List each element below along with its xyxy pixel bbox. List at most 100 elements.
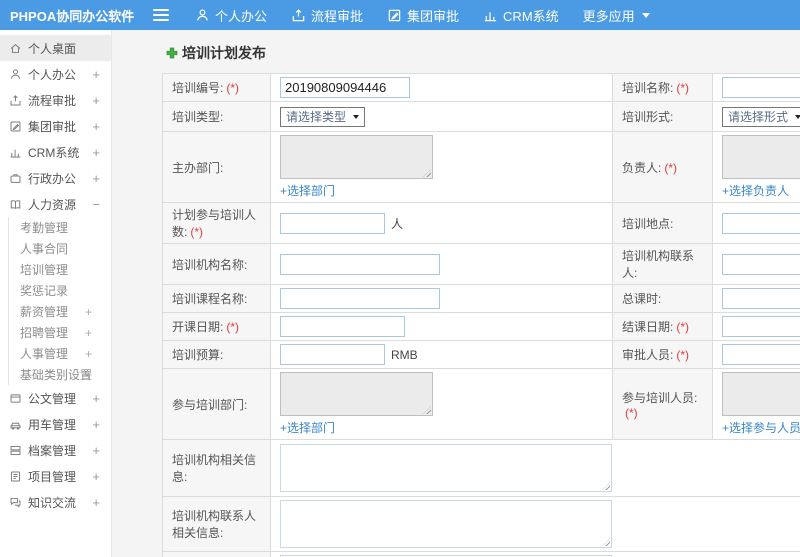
sidebar-subitem-label: 培训管理 xyxy=(20,263,69,277)
form-row: 参与培训部门: +选择部门 参与培训人员:(*) +选择参与人员 xyxy=(162,368,800,440)
form-row: 培训类型: 请选择类型 培训形式: 请选择形式 xyxy=(162,101,800,132)
sidebar-item-hr[interactable]: 人力资源 − xyxy=(0,191,111,217)
select-leader-link[interactable]: +选择负责人 xyxy=(722,182,800,199)
sidebar-subitem-attendance[interactable]: 考勤管理 xyxy=(9,217,111,238)
budget-input[interactable] xyxy=(280,344,385,365)
expand-sign[interactable]: + xyxy=(92,417,100,432)
nav-group-approval[interactable]: 集团审批 xyxy=(387,6,459,25)
training-no-label: 培训编号: (*) xyxy=(162,73,271,102)
unit-people: 人 xyxy=(391,216,404,231)
page-title-text: 培训计划发布 xyxy=(182,45,266,61)
collapse-sign[interactable]: − xyxy=(92,197,100,212)
sidebar-item-official-docs[interactable]: 公文管理 + xyxy=(0,385,111,411)
select-dept-link[interactable]: +选择部门 xyxy=(280,182,606,199)
approver-input[interactable] xyxy=(722,344,800,365)
start-date-input[interactable] xyxy=(280,316,405,337)
hamburger-menu-icon[interactable] xyxy=(153,9,169,21)
location-input[interactable] xyxy=(722,212,800,234)
host-dept-textarea[interactable] xyxy=(280,135,433,179)
sidebar-item-label: 公文管理 xyxy=(28,391,77,406)
caret-down-icon xyxy=(353,114,360,119)
expand-sign[interactable]: + xyxy=(92,495,100,510)
training-plan-form: 培训编号:(*) 培训名称:(*) 培训类型: 请选择类型 培训形式: 请选择形… xyxy=(162,73,800,557)
leader-textarea[interactable] xyxy=(722,135,800,179)
sidebar-subitem-training[interactable]: 培训管理 xyxy=(9,259,111,280)
sidebar-item-knowledge[interactable]: 知识交流 + xyxy=(0,489,111,515)
end-date-input[interactable] xyxy=(722,316,800,337)
form-row: 培训机构联系人相关信息: xyxy=(162,496,800,552)
location-label: 培训地点: xyxy=(612,202,713,244)
sidebar-item-label: 档案管理 xyxy=(28,443,77,458)
nav-crm-system[interactable]: CRM系统 xyxy=(483,6,559,25)
nav-workflow-approval[interactable]: 流程审批 xyxy=(291,6,363,25)
expand-sign[interactable]: + xyxy=(92,171,100,186)
sidebar-item-label: 集团审批 xyxy=(28,119,77,134)
planned-count-input[interactable] xyxy=(280,212,385,234)
org-info-textarea[interactable] xyxy=(280,444,612,492)
unit-rmb: RMB xyxy=(391,348,418,362)
join-people-label: 参与培训人员:(*) xyxy=(612,368,713,440)
training-form-select[interactable]: 请选择形式 xyxy=(722,106,800,127)
sidebar-item-label: 流程审批 xyxy=(28,93,77,108)
expand-sign[interactable]: + xyxy=(92,93,100,108)
nav-label: 集团审批 xyxy=(407,8,460,24)
bar-chart-icon xyxy=(10,149,21,157)
expand-sign[interactable]: + xyxy=(92,67,100,82)
total-hours-input[interactable] xyxy=(722,288,800,309)
nav-personal-office[interactable]: 个人办公 xyxy=(195,6,267,25)
nav-more-apps[interactable]: 更多应用 xyxy=(583,6,650,25)
training-name-input[interactable] xyxy=(722,77,800,98)
course-name-input[interactable] xyxy=(280,288,440,309)
sidebar-item-projects[interactable]: 项目管理 + xyxy=(0,463,111,489)
document-icon xyxy=(10,393,21,403)
sidebar-item-admin-office[interactable]: 行政办公 + xyxy=(0,165,111,191)
sidebar-item-label: 知识交流 xyxy=(28,495,77,510)
edit-icon xyxy=(388,9,401,21)
sidebar-subitem-label: 人事管理 xyxy=(20,347,69,361)
join-dept-textarea[interactable] xyxy=(280,372,433,416)
expand-sign[interactable]: + xyxy=(92,469,100,484)
training-no-input[interactable] xyxy=(280,77,410,98)
sidebar-subitem-personnel[interactable]: 人事管理 + xyxy=(9,343,111,364)
join-people-textarea[interactable] xyxy=(722,372,800,416)
sidebar-item-crm[interactable]: CRM系统 + xyxy=(0,139,111,165)
select-participants-link[interactable]: +选择参与人员 xyxy=(722,419,800,436)
expand-sign[interactable]: + xyxy=(92,119,100,134)
org-name-label: 培训机构名称: xyxy=(162,243,271,285)
archive-icon xyxy=(10,445,21,455)
expand-sign[interactable]: + xyxy=(85,305,92,319)
org-contact-input[interactable] xyxy=(722,253,800,275)
sidebar-subitem-salary[interactable]: 薪资管理 + xyxy=(9,301,111,322)
sidebar-item-vehicle[interactable]: 用车管理 + xyxy=(0,411,111,437)
sidebar-item-group-approval[interactable]: 集团审批 + xyxy=(0,113,111,139)
training-type-label: 培训类型: xyxy=(162,101,271,132)
sidebar-item-workflow-approval[interactable]: 流程审批 + xyxy=(0,87,111,113)
form-row: 主办部门: +选择部门 负责人: (*) +选择负责人 xyxy=(162,131,800,203)
sidebar-subitem-rewards[interactable]: 奖惩记录 xyxy=(9,280,111,301)
expand-sign[interactable]: + xyxy=(85,326,92,340)
sidebar-subitem-label: 薪资管理 xyxy=(20,305,69,319)
form-row: 培训机构名称: 培训机构联系人: xyxy=(162,243,800,285)
expand-sign[interactable]: + xyxy=(85,347,92,361)
end-date-label: 结课日期: (*) xyxy=(612,312,713,341)
expand-sign[interactable]: + xyxy=(92,443,100,458)
expand-sign[interactable]: + xyxy=(92,145,100,160)
org-contact-info-textarea[interactable] xyxy=(280,500,612,548)
sidebar-subitem-hr-contract[interactable]: 人事合同 xyxy=(9,238,111,259)
home-icon xyxy=(10,43,21,53)
org-name-input[interactable] xyxy=(280,253,440,275)
expand-sign[interactable]: + xyxy=(85,368,92,382)
required-mark: (*) xyxy=(625,405,638,420)
training-type-select[interactable]: 请选择类型 xyxy=(280,106,366,127)
nav-label: 更多应用 xyxy=(582,8,635,24)
sidebar-item-personal-desktop[interactable]: 个人桌面 xyxy=(0,35,111,61)
org-contact-info-label: 培训机构联系人相关信息: xyxy=(162,496,271,552)
sidebar-subitem-recruiting[interactable]: 招聘管理 + xyxy=(9,322,111,343)
sidebar-item-archives[interactable]: 档案管理 + xyxy=(0,437,111,463)
expand-sign[interactable]: + xyxy=(92,391,100,406)
sidebar-item-personal-office[interactable]: 个人办公 + xyxy=(0,61,111,87)
org-contact-label: 培训机构联系人: xyxy=(612,243,713,285)
select-dept-link[interactable]: +选择部门 xyxy=(280,419,606,436)
sidebar-subitem-base-category[interactable]: 基础类别设置 + xyxy=(9,364,111,385)
budget-label: 培训预算: xyxy=(162,340,271,369)
